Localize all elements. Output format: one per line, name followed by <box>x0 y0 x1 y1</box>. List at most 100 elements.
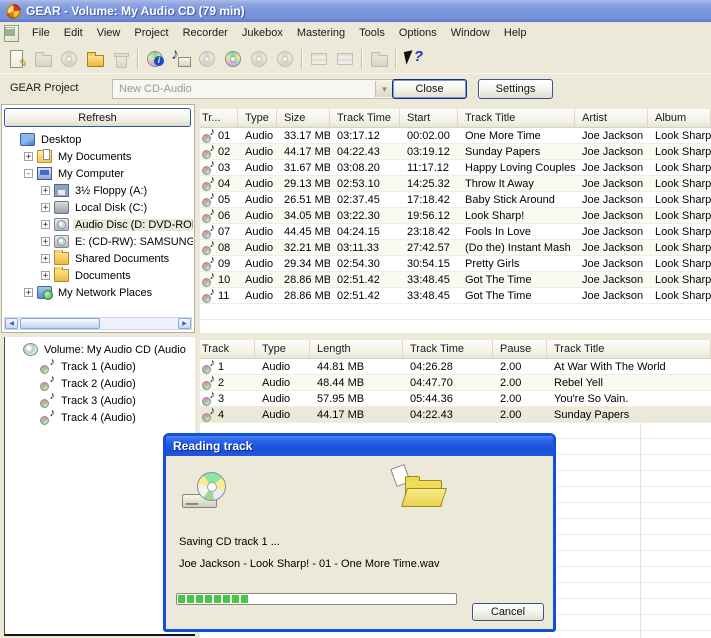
menu-item[interactable]: Options <box>392 24 444 42</box>
record-cd-icon[interactable] <box>220 47 246 71</box>
column-header-length[interactable]: Length <box>310 340 403 358</box>
menu-item[interactable]: Window <box>444 24 497 42</box>
menu-item[interactable]: File <box>25 24 57 42</box>
track-row[interactable]: 08 Audio 32.21 MB 03:11.33 27:42.57 (Do … <box>200 240 711 256</box>
expander-icon[interactable]: + <box>41 237 50 246</box>
menu-item[interactable]: Jukebox <box>235 24 290 42</box>
expander-icon[interactable]: - <box>24 169 33 178</box>
menu-item[interactable]: Tools <box>352 24 392 42</box>
tree-item[interactable]: + Audio Disc (D: DVD-ROM <box>3 216 193 233</box>
track-row[interactable]: 07 Audio 44.45 MB 04:24.15 23:18.42 Fool… <box>200 224 711 240</box>
cd-info-icon[interactable] <box>142 47 168 71</box>
tree-item[interactable]: Track 4 (Audio) <box>6 409 194 426</box>
scrollbar-thumb[interactable] <box>20 318 100 329</box>
cd-track-icon <box>202 393 215 405</box>
tree-item[interactable]: + My Documents <box>3 148 193 165</box>
dialog-status-text: Saving CD track 1 ... <box>179 536 280 548</box>
cancel-button[interactable]: Cancel <box>472 603 544 621</box>
column-header-track[interactable]: Tr... <box>200 109 238 127</box>
track-row[interactable]: 05 Audio 26.51 MB 02:37.45 17:18.42 Baby… <box>200 192 711 208</box>
tree-item[interactable]: Track 2 (Audio) <box>6 375 194 392</box>
network-icon <box>37 286 52 299</box>
track-row[interactable]: 11 Audio 28.86 MB 02:51.42 33:48.45 Got … <box>200 288 711 304</box>
delete-icon[interactable] <box>108 47 134 71</box>
open-folder-icon[interactable] <box>82 47 108 71</box>
settings-button[interactable]: Settings <box>478 79 553 99</box>
cdnote-icon <box>40 377 55 390</box>
horizontal-scrollbar[interactable]: ◀ ▶ <box>4 317 192 330</box>
close-button[interactable]: Close <box>392 79 467 99</box>
track-list-view-icon[interactable] <box>306 47 332 71</box>
save-tracks-icon[interactable] <box>168 47 194 71</box>
verify-cd-icon[interactable] <box>272 47 298 71</box>
column-header-artist[interactable]: Artist <box>575 109 648 127</box>
scroll-left-icon[interactable]: ◀ <box>5 318 18 329</box>
expander-icon[interactable]: + <box>41 220 50 229</box>
context-help-icon[interactable] <box>400 47 426 71</box>
column-header-track-time[interactable]: Track Time <box>330 109 400 127</box>
new-project-icon[interactable] <box>4 47 30 71</box>
column-header-track-title[interactable]: Track Title <box>458 109 575 127</box>
track-row[interactable]: 4 Audio 44.17 MB 04:22.43 2.00 Sunday Pa… <box>200 407 711 423</box>
column-header-track-title[interactable]: Track Title <box>547 340 711 358</box>
project-type-select[interactable]: New CD-Audio ▼ <box>112 79 395 99</box>
cdnote-icon <box>40 411 55 424</box>
tree-item[interactable]: + Shared Documents <box>3 250 193 267</box>
column-header-album[interactable]: Album <box>648 109 711 127</box>
track-row[interactable]: 01 Audio 33.17 MB 03:17.12 00:02.00 One … <box>200 128 711 144</box>
track-row[interactable]: 2 Audio 48.44 MB 04:47.70 2.00 Rebel Yel… <box>200 375 711 391</box>
tree-item[interactable]: + Local Disk (C:) <box>3 199 193 216</box>
tree-item[interactable]: + Documents <box>3 267 193 284</box>
track-row[interactable]: 1 Audio 44.81 MB 04:26.28 2.00 At War Wi… <box>200 359 711 375</box>
column-header-type[interactable]: Type <box>238 109 277 127</box>
tree-item[interactable]: + E: (CD-RW): SAMSUNG <box>3 233 193 250</box>
column-header-size[interactable]: Size <box>277 109 330 127</box>
tree-item[interactable]: - My Computer <box>3 165 193 182</box>
tree-item[interactable]: Track 3 (Audio) <box>6 392 194 409</box>
track-row[interactable]: 04 Audio 29.13 MB 02:53.10 14:25.32 Thro… <box>200 176 711 192</box>
tree-item-label: My Computer <box>56 168 126 180</box>
column-header-track-time[interactable]: Track Time <box>403 340 493 358</box>
expander-icon[interactable]: + <box>24 152 33 161</box>
expander-icon[interactable]: + <box>41 271 50 280</box>
copy-cd-icon[interactable] <box>56 47 82 71</box>
column-header-pause[interactable]: Pause <box>493 340 547 358</box>
track-row[interactable]: 02 Audio 44.17 MB 04:22.43 03:19.12 Sund… <box>200 144 711 160</box>
menu-item[interactable]: Project <box>127 24 175 42</box>
menu-item[interactable]: Mastering <box>290 24 352 42</box>
track-row[interactable]: 09 Audio 29.34 MB 02:54.30 30:54.15 Pret… <box>200 256 711 272</box>
tree-item-label: 3½ Floppy (A:) <box>73 185 149 197</box>
erase-cd-icon[interactable] <box>194 47 220 71</box>
expander-icon[interactable]: + <box>24 288 33 297</box>
menu-item[interactable]: Help <box>497 24 534 42</box>
project-tracks-table-header: Track Type Length Track Time Pause Track… <box>200 340 711 359</box>
cd-rw-icon[interactable] <box>246 47 272 71</box>
column-header-track[interactable]: Track <box>200 340 255 358</box>
track-row[interactable]: 03 Audio 31.67 MB 03:08.20 11:17.12 Happ… <box>200 160 711 176</box>
tree-item[interactable]: Desktop <box>3 131 193 148</box>
track-row[interactable]: 3 Audio 57.95 MB 05:44.36 2.00 You're So… <box>200 391 711 407</box>
column-header-start[interactable]: Start <box>400 109 458 127</box>
explorer-panel: Refresh Desktop + My Documents - <box>1 104 195 333</box>
tree-item[interactable]: Track 1 (Audio) <box>6 358 194 375</box>
refresh-button[interactable]: Refresh <box>4 108 191 127</box>
floppy-icon <box>54 184 69 197</box>
tree-item[interactable]: + 3½ Floppy (A:) <box>3 182 193 199</box>
open-project-icon[interactable] <box>30 47 56 71</box>
folder-view-icon[interactable] <box>366 47 392 71</box>
tree-item-label: Track 2 (Audio) <box>59 378 138 390</box>
expander-icon[interactable]: + <box>41 254 50 263</box>
scroll-right-icon[interactable]: ▶ <box>178 318 191 329</box>
tree-item[interactable]: Volume: My Audio CD (Audio <box>6 341 194 358</box>
menu-item[interactable]: View <box>90 24 128 42</box>
menu-item[interactable]: Recorder <box>176 24 235 42</box>
details-view-icon[interactable] <box>332 47 358 71</box>
tree-item[interactable]: + My Network Places <box>3 284 193 301</box>
track-row[interactable]: 10 Audio 28.86 MB 02:51.42 33:48.45 Got … <box>200 272 711 288</box>
tree-item-label: Track 4 (Audio) <box>59 412 138 424</box>
expander-icon[interactable]: + <box>41 186 50 195</box>
column-header-type[interactable]: Type <box>255 340 310 358</box>
track-row[interactable]: 06 Audio 34.05 MB 03:22.30 19:56.12 Look… <box>200 208 711 224</box>
menu-item[interactable]: Edit <box>57 24 90 42</box>
expander-icon[interactable]: + <box>41 203 50 212</box>
